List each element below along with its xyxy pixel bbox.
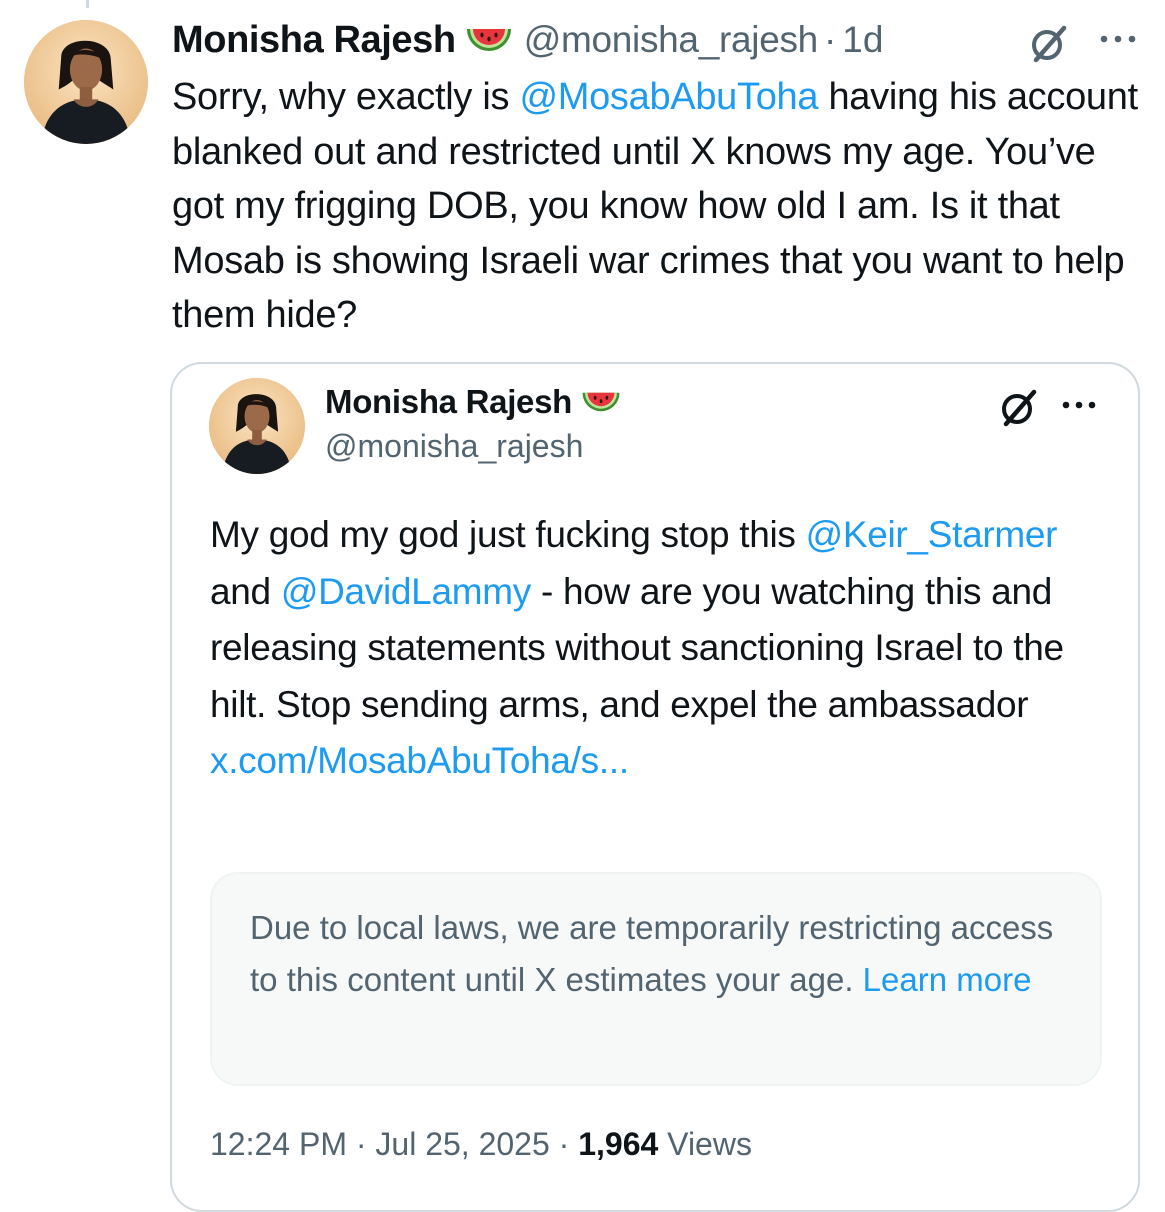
quoted-tweet-body: My god my god just fucking stop this @Ke… <box>210 507 1110 790</box>
avatar-image <box>209 378 305 474</box>
grok-icon[interactable] <box>1026 20 1072 66</box>
mention-link[interactable]: @MosabAbuToha <box>519 76 818 118</box>
mention-link[interactable]: @DavidLammy <box>281 571 531 612</box>
watermelon-emoji-icon <box>580 387 622 417</box>
avatar-image <box>24 20 148 144</box>
tweet-text-part: Sorry, why exactly is <box>172 76 520 118</box>
quoted-author-avatar[interactable] <box>209 378 305 474</box>
quoted-tweet-time[interactable]: 12:24 PM <box>210 1126 347 1162</box>
age-restriction-notice-text: Due to local laws, we are temporarily re… <box>250 902 1080 1006</box>
tweet-body: Sorry, why exactly is @MosabAbuToha havi… <box>172 70 1157 343</box>
quoted-tweet-date[interactable]: Jul 25, 2025 <box>375 1126 549 1162</box>
author-handle[interactable]: @monisha_rajesh <box>524 19 819 61</box>
mention-link[interactable]: @Keir_Starmer <box>806 514 1058 555</box>
views-count: 1,964 <box>578 1126 659 1162</box>
more-options-icon[interactable] <box>1097 26 1139 52</box>
quoted-author-name-row: Monisha Rajesh <box>325 380 622 424</box>
learn-more-link[interactable]: Learn more <box>863 961 1032 998</box>
quoted-author-display-name[interactable]: Monisha Rajesh <box>325 383 572 421</box>
grok-icon[interactable] <box>996 384 1042 430</box>
quoted-text-part: My god my god just fucking stop this <box>210 514 806 555</box>
tweet-header: Monisha Rajesh @monisha_rajesh · 1d <box>172 14 883 66</box>
tweet-timestamp[interactable]: 1d <box>842 19 883 61</box>
external-link[interactable]: x.com/MosabAbuToha/s... <box>210 740 629 781</box>
quoted-tweet-meta: 12:24 PM · Jul 25, 2025 · 1,964 Views <box>210 1126 752 1163</box>
quoted-author-handle[interactable]: @monisha_rajesh <box>325 428 583 465</box>
more-options-icon[interactable] <box>1059 392 1099 418</box>
views-label: Views <box>667 1126 752 1162</box>
quoted-text-part: and <box>210 570 281 612</box>
separator-dot: · <box>558 1126 570 1162</box>
author-avatar[interactable] <box>24 20 148 144</box>
thread-line <box>86 0 89 8</box>
watermelon-emoji-icon <box>464 23 514 57</box>
author-display-name[interactable]: Monisha Rajesh <box>172 19 456 62</box>
separator-dot: · <box>355 1126 367 1162</box>
separator-dot: · <box>823 19 837 60</box>
